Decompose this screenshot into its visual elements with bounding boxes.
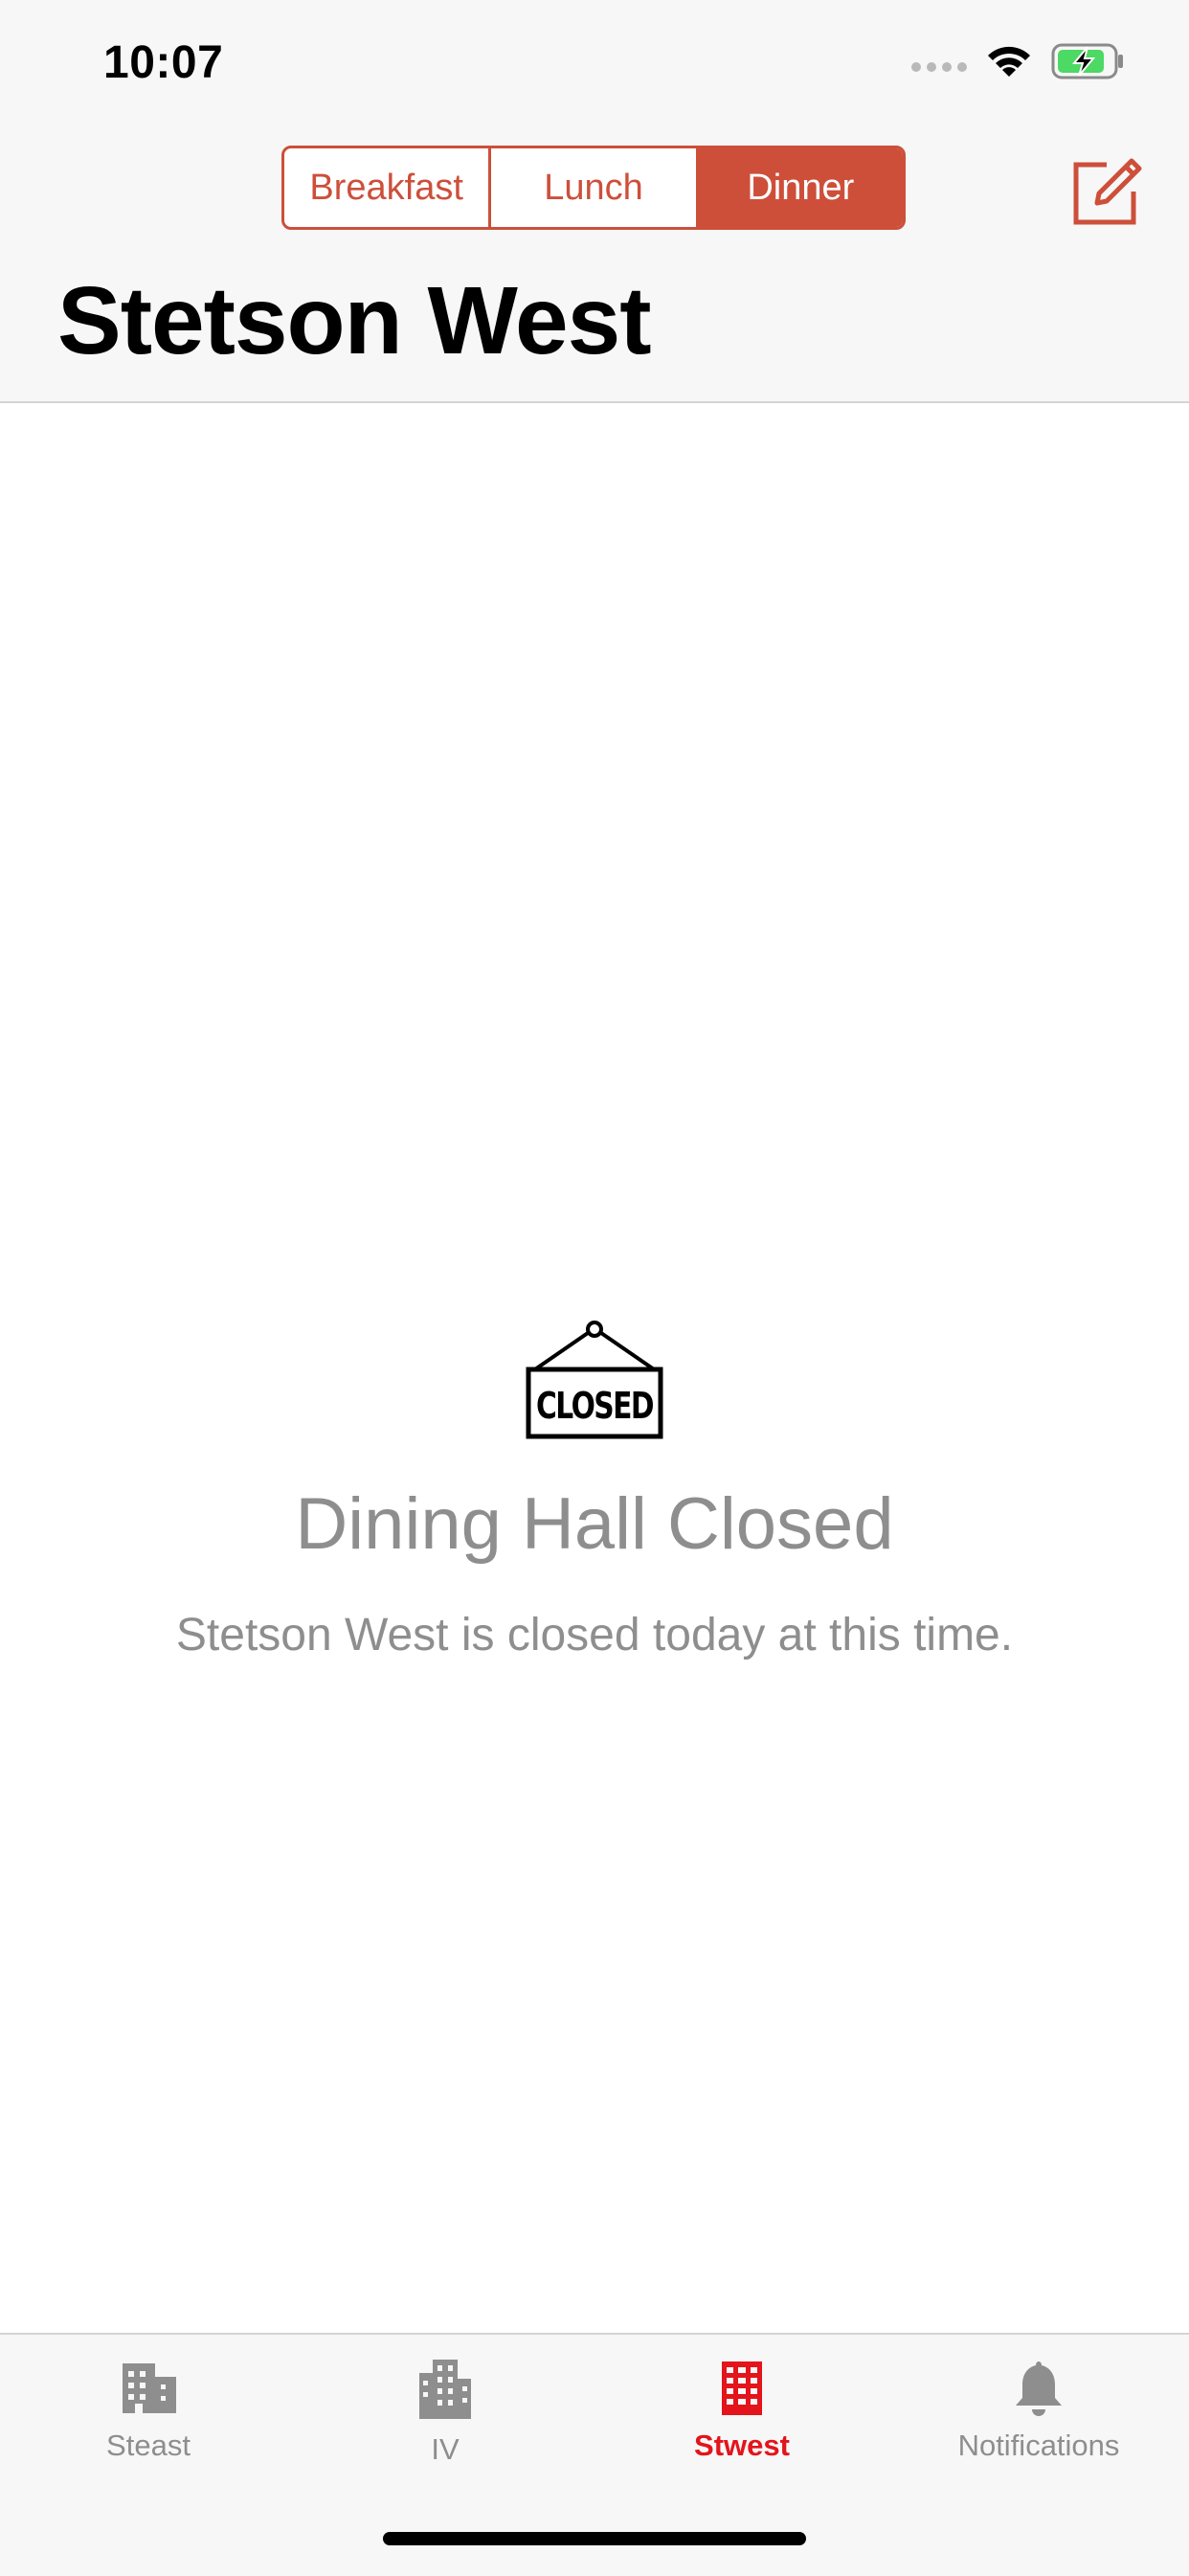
- status-time: 10:07: [103, 37, 224, 88]
- wifi-icon: [988, 46, 1030, 77]
- status-icons: [911, 42, 1126, 80]
- segment-breakfast[interactable]: Breakfast: [284, 148, 492, 227]
- tab-label: Steast: [106, 2429, 191, 2462]
- compose-icon[interactable]: [1068, 153, 1145, 230]
- home-indicator: [383, 2532, 806, 2545]
- meal-segmented-control: Breakfast Lunch Dinner: [281, 146, 906, 230]
- segment-dinner[interactable]: Dinner: [698, 148, 903, 227]
- tab-steast[interactable]: Steast: [0, 2358, 297, 2463]
- tab-iv[interactable]: IV: [297, 2358, 594, 2467]
- tab-label: Notifications: [957, 2429, 1120, 2462]
- closed-sign-icon: CLOSED: [526, 1321, 663, 1439]
- empty-state-subtitle: Stetson West is closed today at this tim…: [175, 1610, 1014, 1661]
- tab-stwest[interactable]: Stwest: [594, 2358, 890, 2463]
- battery-charging-icon: [1051, 43, 1123, 79]
- closed-sign-text: CLOSED: [536, 1385, 653, 1427]
- tab-label: Stwest: [694, 2429, 790, 2462]
- page-title: Stetson West: [57, 267, 652, 374]
- segment-lunch[interactable]: Lunch: [491, 148, 699, 227]
- tab-notifications[interactable]: Notifications: [890, 2358, 1187, 2463]
- tall-building-icon: [419, 2360, 471, 2419]
- navigation-header: 10:07 Breakfast Lunch Dinner Stetson Wes…: [0, 0, 1189, 403]
- empty-state-title: Dining Hall Closed: [295, 1483, 894, 1565]
- cellular-signal-icon: [911, 51, 967, 72]
- tab-label: IV: [431, 2432, 460, 2466]
- grid-building-icon: [722, 2361, 762, 2415]
- building-icon: [123, 2363, 176, 2413]
- bell-icon: [1016, 2361, 1062, 2416]
